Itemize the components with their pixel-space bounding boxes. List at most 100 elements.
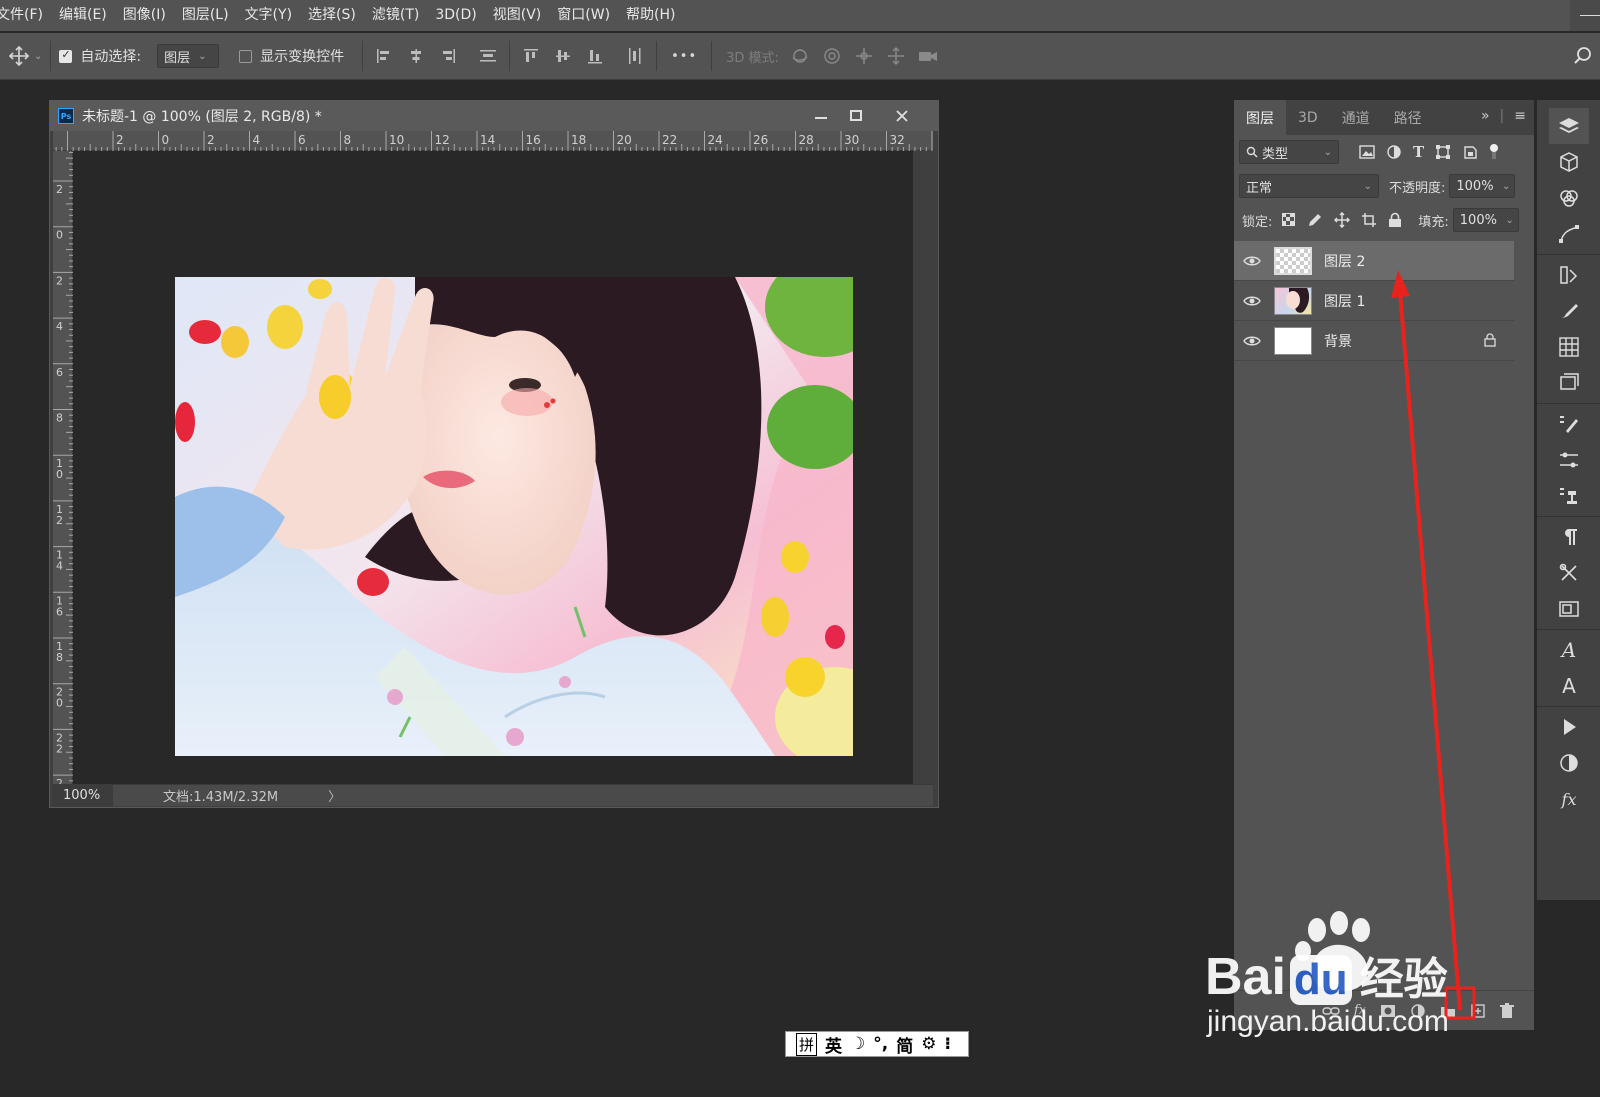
ime-punctuation-icon[interactable]: °, [873, 1034, 888, 1054]
3d-pan-icon[interactable] [851, 43, 877, 69]
layers-panel-icon[interactable] [1549, 108, 1589, 144]
minimize-app-button[interactable] [1570, 0, 1600, 31]
paths-panel-icon[interactable] [1549, 216, 1589, 252]
ime-more-icon[interactable]: ⁝ [944, 1034, 950, 1054]
align-bottom-icon[interactable] [582, 43, 608, 69]
type-filter-icon[interactable]: T [1413, 143, 1424, 161]
panel-menu-icon[interactable]: ≡ [1514, 108, 1526, 124]
layer-name[interactable]: 图层 2 [1324, 251, 1365, 271]
layer-name[interactable]: 背景 [1324, 331, 1352, 351]
3d-panel-icon[interactable] [1549, 144, 1589, 180]
opacity-input[interactable]: 100% ⌄ [1449, 174, 1516, 198]
fill-input[interactable]: 100% ⌄ [1452, 208, 1519, 232]
ime-moon-icon[interactable]: ☽ [850, 1034, 865, 1054]
zoom-level-field[interactable]: 100% [53, 784, 113, 807]
paragraph-panel-icon[interactable] [1549, 519, 1589, 555]
move-tool-icon[interactable] [6, 43, 32, 69]
styles-fx-icon[interactable]: fx [1549, 781, 1589, 817]
menu-type[interactable]: 文字(Y) [237, 0, 300, 31]
align-right-icon[interactable] [435, 43, 461, 69]
ruler-vertical[interactable]: 202468101214161820222 [53, 151, 73, 784]
ruler-horizontal[interactable]: 2 0 2 4 6 8 10 12 14 16 18 20 22 24 26 28 30 32 [53, 131, 933, 151]
more-options-button[interactable]: ••• [671, 49, 697, 64]
maximize-document-button[interactable] [842, 104, 870, 128]
align-top-icon[interactable] [518, 43, 544, 69]
layer-row-layer1[interactable]: 图层 1 [1234, 281, 1514, 321]
collapse-panel-icon[interactable]: » [1481, 108, 1490, 124]
vertical-scrollbar[interactable] [913, 151, 933, 784]
auto-select-dropdown[interactable]: 图层 ⌄ [157, 44, 220, 68]
auto-select-checkbox[interactable] [59, 48, 73, 63]
layer-row-background[interactable]: 背景 [1234, 321, 1514, 361]
shape-filter-icon[interactable] [1435, 144, 1451, 160]
menu-layer[interactable]: 图层(L) [174, 0, 237, 31]
canvas-photo[interactable] [175, 277, 853, 756]
brush-settings-icon[interactable] [1549, 293, 1589, 329]
distribute-horizontal-icon[interactable] [622, 43, 648, 69]
3d-orbit-icon[interactable] [787, 43, 813, 69]
smart-object-filter-icon[interactable] [1462, 144, 1478, 160]
ime-simplified-button[interactable]: 简 [896, 1032, 913, 1057]
align-middle-icon[interactable] [550, 43, 576, 69]
ime-settings-icon[interactable]: ⚙ [921, 1034, 936, 1054]
menu-edit[interactable]: 编辑(E) [51, 0, 115, 31]
3d-slide-icon[interactable] [883, 43, 909, 69]
visibility-eye-icon[interactable] [1234, 255, 1270, 267]
document-title-bar[interactable]: Ps 未标题-1 @ 100% (图层 2, RGB/8) * [50, 101, 938, 131]
close-document-button[interactable] [888, 104, 916, 128]
menu-help[interactable]: 帮助(H) [618, 0, 683, 31]
menu-select[interactable]: 选择(S) [300, 0, 364, 31]
blend-mode-dropdown[interactable]: 正常 ⌄ [1239, 174, 1379, 198]
character-panel-icon[interactable]: A [1549, 668, 1589, 704]
align-center-icon[interactable] [403, 43, 429, 69]
glyphs-panel-icon[interactable]: A [1549, 632, 1589, 668]
tab-channels[interactable]: 通道 [1330, 100, 1382, 135]
channels-panel-icon[interactable] [1549, 180, 1589, 216]
clone-source-icon[interactable] [1549, 478, 1589, 514]
visibility-eye-icon[interactable] [1234, 335, 1270, 347]
layer-filter-dropdown[interactable]: 类型 ⌄ [1239, 140, 1339, 164]
menu-view[interactable]: 视图(V) [485, 0, 550, 31]
chevron-down-icon[interactable]: ⌄ [34, 51, 42, 62]
adjustment-filter-icon[interactable] [1386, 144, 1402, 160]
ime-pinyin-button[interactable]: 拼 [796, 1032, 818, 1056]
search-icon[interactable] [1570, 43, 1596, 69]
lock-all-icon[interactable] [1388, 212, 1402, 228]
3d-roll-icon[interactable] [819, 43, 845, 69]
3d-camera-icon[interactable] [915, 43, 941, 69]
filter-toggle-icon[interactable] [1489, 144, 1499, 160]
menu-filter[interactable]: 滤镜(T) [364, 0, 427, 31]
image-filter-icon[interactable] [1359, 145, 1375, 159]
canvas-area[interactable] [73, 151, 913, 784]
ime-english-button[interactable]: 英 [825, 1032, 842, 1057]
history-panel-icon[interactable] [1549, 257, 1589, 293]
distribute-vertical-icon[interactable] [475, 43, 501, 69]
align-left-icon[interactable] [371, 43, 397, 69]
tab-paths[interactable]: 路径 [1382, 100, 1434, 135]
visibility-eye-icon[interactable] [1234, 295, 1270, 307]
layer-name[interactable]: 图层 1 [1324, 291, 1365, 311]
brushes-panel-icon[interactable] [1549, 406, 1589, 442]
lock-pixels-icon[interactable] [1307, 212, 1323, 228]
tab-3d[interactable]: 3D [1286, 100, 1330, 135]
tool-presets-icon[interactable] [1549, 555, 1589, 591]
navigator-panel-icon[interactable] [1549, 591, 1589, 627]
tab-layers[interactable]: 图层 [1234, 100, 1286, 135]
properties-panel-icon[interactable] [1549, 745, 1589, 781]
swatches-panel-icon[interactable] [1549, 329, 1589, 365]
menu-3d[interactable]: 3D(D) [427, 0, 484, 31]
menu-window[interactable]: 窗口(W) [549, 0, 618, 31]
show-transform-checkbox[interactable] [239, 49, 253, 63]
document-size-info[interactable]: 文档:1.43M/2.32M [163, 786, 278, 805]
lock-transparent-icon[interactable] [1282, 213, 1296, 227]
lock-artboard-icon[interactable] [1361, 212, 1377, 228]
lock-position-icon[interactable] [1334, 212, 1351, 228]
menu-file[interactable]: 文件(F) [0, 0, 51, 31]
status-menu-arrow[interactable]: 〉 [328, 786, 341, 805]
minimize-document-button[interactable] [807, 104, 835, 128]
layer-row-layer2[interactable]: 图层 2 [1234, 241, 1514, 281]
actions-panel-icon[interactable] [1549, 709, 1589, 745]
adjustments-panel-icon[interactable] [1549, 442, 1589, 478]
menu-image[interactable]: 图像(I) [115, 0, 174, 31]
libraries-panel-icon[interactable] [1549, 365, 1589, 401]
